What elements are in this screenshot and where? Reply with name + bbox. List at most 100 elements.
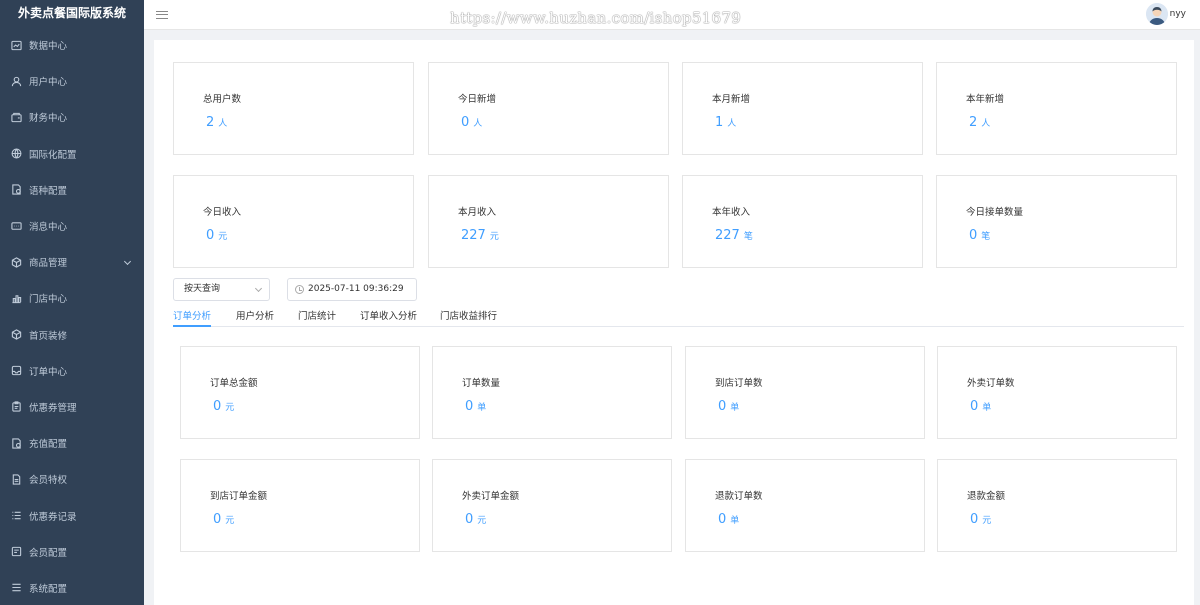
stat-unit: 笔 xyxy=(981,232,991,242)
stat-label: 本年新增 xyxy=(966,94,1005,105)
order-label: 外卖订单金额 xyxy=(462,491,520,502)
period-select-value: 按天查询 xyxy=(184,284,221,294)
sidebar-item-label: 商品管理 xyxy=(29,258,68,270)
sidebar-item-label: 数据中心 xyxy=(29,41,68,53)
order-value: 0 xyxy=(213,399,222,414)
stat-value: 0 xyxy=(206,228,215,243)
file-icon xyxy=(10,473,22,485)
order-unit: 单 xyxy=(982,403,992,413)
sidebar-item-label: 首页装修 xyxy=(29,330,68,342)
cube-icon xyxy=(10,329,22,341)
order-value: 0 xyxy=(970,512,979,527)
chevron-down-icon xyxy=(123,258,132,266)
sidebar-item-label: 会员配置 xyxy=(29,547,68,559)
order-card-delivery-count: 外卖订单数 0单 xyxy=(937,346,1177,439)
language-icon xyxy=(10,184,22,196)
sidebar-item-store-center[interactable]: 门店中心 xyxy=(0,280,144,316)
sidebar-item-label: 系统配置 xyxy=(29,583,68,595)
order-unit: 单 xyxy=(730,516,740,526)
tab-store-stats[interactable]: 门店统计 xyxy=(298,308,336,327)
stat-card-year-new: 本年新增 2人 xyxy=(936,62,1177,155)
sidebar-item-order-center[interactable]: 订单中心 xyxy=(0,353,144,389)
sidebar-item-member-privileges[interactable]: 会员特权 xyxy=(0,461,144,497)
app-title: 外卖点餐国际版系统 xyxy=(17,6,126,20)
sidebar-item-coupon-management[interactable]: 优惠券管理 xyxy=(0,389,144,425)
order-value: 0 xyxy=(970,399,979,414)
sidebar-item-i18n-config[interactable]: 国际化配置 xyxy=(0,136,144,172)
stat-unit: 人 xyxy=(727,119,737,129)
stat-card-year-income: 本年收入 227 笔 xyxy=(682,175,923,268)
order-unit: 单 xyxy=(477,403,487,413)
sidebar-item-language-config[interactable]: 语种配置 xyxy=(0,172,144,208)
username[interactable]: nyy xyxy=(1170,9,1186,19)
sidebar-item-label: 国际化配置 xyxy=(29,149,77,161)
stat-value: 227 xyxy=(461,228,486,243)
stat-label: 本月收入 xyxy=(458,207,497,218)
sidebar-item-product-management[interactable]: 商品管理 xyxy=(0,244,144,280)
chevron-down-icon xyxy=(254,284,263,293)
sidebar-item-recharge-config[interactable]: 充值配置 xyxy=(0,425,144,461)
sidebar-item-label: 门店中心 xyxy=(29,294,68,306)
stat-card-today-new: 今日新增 0人 xyxy=(428,62,669,155)
stat-label: 本月新增 xyxy=(712,94,751,105)
wallet-icon xyxy=(10,111,22,123)
period-select[interactable]: 按天查询 xyxy=(173,278,270,301)
sidebar-item-system-config[interactable]: 系统配置 xyxy=(0,570,144,605)
order-card-refund-amount: 退款金额 0元 xyxy=(937,459,1177,552)
stat-card-today-income: 今日收入 0元 xyxy=(173,175,414,268)
stat-label: 今日收入 xyxy=(203,207,242,218)
tab-order-analysis[interactable]: 订单分析 xyxy=(173,308,212,327)
stat-value: 0 xyxy=(461,115,470,130)
tab-order-income-analysis[interactable]: 订单收入分析 xyxy=(360,308,417,327)
stat-label: 今日接单数量 xyxy=(966,207,1024,218)
stat-card-month-income: 本月收入 227 元 xyxy=(428,175,669,268)
order-value: 0 xyxy=(213,512,222,527)
order-card-count: 订单数量 0单 xyxy=(432,346,672,439)
tab-user-analysis[interactable]: 用户分析 xyxy=(236,308,274,327)
hamburger-icon[interactable] xyxy=(156,8,168,20)
order-card-total-amount: 订单总金额 0元 xyxy=(180,346,420,439)
order-unit: 元 xyxy=(225,403,235,413)
order-value: 0 xyxy=(718,512,727,527)
sidebar-item-user-center[interactable]: 用户中心 xyxy=(0,63,144,99)
top-navbar: https://www.huzhan.com/ishop51679 nyy xyxy=(144,0,1200,30)
sidebar-item-member-config[interactable]: 会员配置 xyxy=(0,534,144,570)
stat-unit: 人 xyxy=(981,119,991,129)
inbox-icon xyxy=(10,365,22,377)
order-value: 0 xyxy=(465,512,474,527)
sidebar-item-label: 订单中心 xyxy=(29,366,68,378)
sidebar-item-label: 优惠券记录 xyxy=(29,511,77,523)
stat-unit: 元 xyxy=(489,232,499,242)
date-picker[interactable]: 2025-07-11 09:36:29 xyxy=(287,278,417,301)
tab-store-revenue-ranking[interactable]: 门店收益排行 xyxy=(440,308,497,327)
stat-label: 本年收入 xyxy=(712,207,751,218)
order-card-dine-in-count: 到店订单数 0单 xyxy=(685,346,925,439)
stat-unit: 人 xyxy=(218,119,228,129)
stat-value: 2 xyxy=(206,115,215,130)
sidebar-item-homepage-decor[interactable]: 首页装修 xyxy=(0,317,144,353)
order-card-refund-count: 退款订单数 0单 xyxy=(685,459,925,552)
stat-label: 今日新增 xyxy=(458,94,497,105)
user-icon xyxy=(10,75,22,87)
order-label: 订单数量 xyxy=(462,378,501,389)
stat-card-today-orders-accepted: 今日接单数量 0笔 xyxy=(936,175,1177,268)
box-icon xyxy=(10,256,22,268)
sidebar-item-data-center[interactable]: 数据中心 xyxy=(0,27,144,63)
order-label: 订单总金额 xyxy=(210,378,258,389)
order-value: 0 xyxy=(718,399,727,414)
bar-chart-icon xyxy=(10,292,22,304)
dashboard-icon xyxy=(10,39,22,51)
order-label: 到店订单数 xyxy=(715,378,763,389)
order-label: 退款订单数 xyxy=(715,491,763,502)
order-unit: 元 xyxy=(982,516,992,526)
clipboard-icon xyxy=(10,401,22,413)
sidebar: 外卖点餐国际版系统 数据中心 用户中心 财务中心 国际化配置 语种配置 消息中心 xyxy=(0,0,144,605)
stat-unit: 元 xyxy=(218,232,228,242)
sidebar-item-finance-center[interactable]: 财务中心 xyxy=(0,99,144,135)
menu-icon xyxy=(10,582,22,594)
stat-label: 总用户数 xyxy=(203,94,242,105)
avatar[interactable] xyxy=(1146,3,1168,25)
sidebar-item-coupon-records[interactable]: 优惠券记录 xyxy=(0,497,144,533)
analysis-tabs: 订单分析 用户分析 门店统计 订单收入分析 门店收益排行 xyxy=(173,304,1184,327)
sidebar-item-message-center[interactable]: 消息中心 xyxy=(0,208,144,244)
